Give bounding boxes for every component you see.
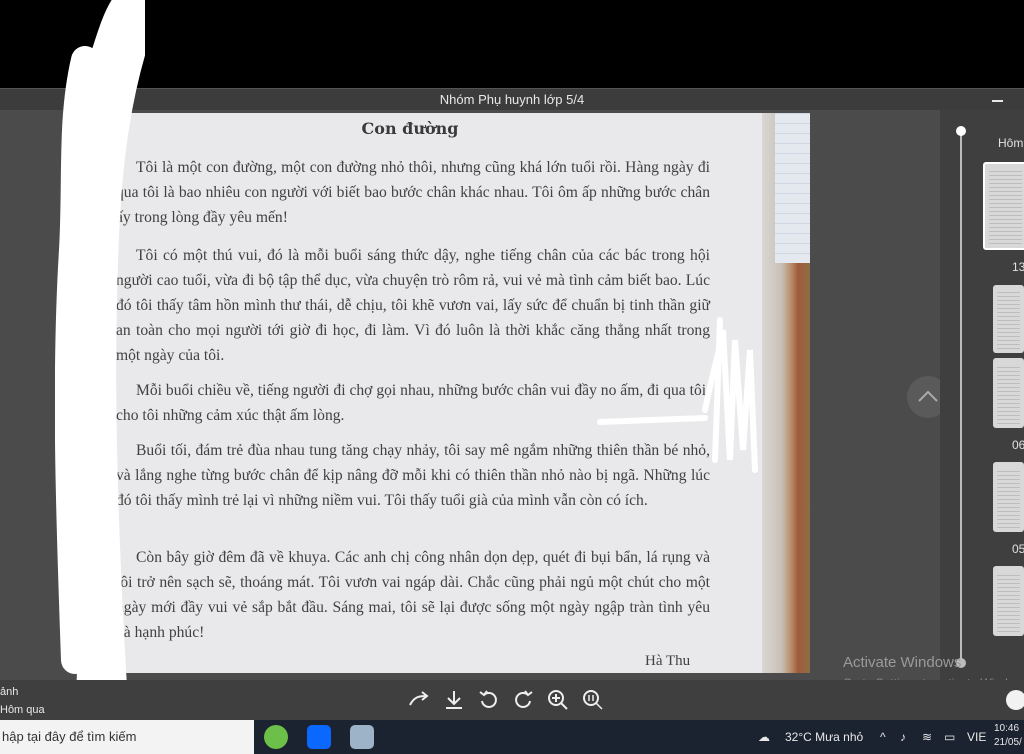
thumbnail-item[interactable] bbox=[993, 358, 1024, 428]
actual-size-button[interactable] bbox=[581, 688, 605, 712]
timeline-knob[interactable] bbox=[956, 126, 966, 136]
thumbnail-sidebar: Hôm 13 06 05 bbox=[940, 110, 1024, 720]
rotate-left-button[interactable] bbox=[477, 688, 501, 712]
info-date: Hôm qua bbox=[0, 704, 45, 716]
notebook-corner bbox=[775, 113, 810, 263]
thumbnail-label: 13 bbox=[1012, 260, 1024, 274]
black-top-area bbox=[0, 0, 1024, 88]
thumbnail-item[interactable] bbox=[983, 162, 1024, 250]
taskbar-search-input[interactable]: hập tại đây để tìm kiếm bbox=[0, 720, 254, 754]
zalo-icon[interactable] bbox=[307, 725, 331, 749]
zoom-in-icon bbox=[548, 690, 568, 710]
minimize-button[interactable] bbox=[992, 89, 1004, 111]
thumbnail-item[interactable] bbox=[993, 462, 1024, 532]
rotate-right-button[interactable] bbox=[511, 688, 535, 712]
document-author: Hà Thu bbox=[645, 653, 691, 669]
window-titlebar: Nhóm Phụ huynh lớp 5/4 bbox=[0, 88, 1024, 111]
info-label: ảnh bbox=[0, 686, 19, 698]
window-title: Nhóm Phụ huynh lớp 5/4 bbox=[439, 92, 585, 107]
thumbnail-item[interactable] bbox=[993, 566, 1024, 636]
viewer-toolbar: ảnh Hôm qua bbox=[0, 680, 1024, 720]
thumbnail-item[interactable] bbox=[993, 285, 1024, 353]
rotate-left-icon bbox=[479, 690, 497, 708]
weather-text[interactable]: 32°C Mưa nhỏ bbox=[785, 720, 863, 754]
thumbnail-label: 06 bbox=[1012, 438, 1024, 452]
white-scribble-mark bbox=[597, 317, 758, 473]
wifi-icon[interactable]: ≋ bbox=[922, 720, 932, 754]
actual-size-icon bbox=[583, 690, 603, 710]
share-button[interactable] bbox=[407, 688, 431, 712]
download-button[interactable] bbox=[442, 688, 466, 712]
timeline-scrollbar[interactable] bbox=[960, 130, 962, 665]
camera-app-icon[interactable] bbox=[350, 725, 374, 749]
download-icon bbox=[446, 691, 462, 709]
thumbnail-label: 05 bbox=[1012, 542, 1024, 556]
share-icon bbox=[409, 691, 429, 706]
battery-icon[interactable]: ▭ bbox=[944, 720, 955, 754]
windows-taskbar: hập tại đây để tìm kiếm ☁ 32°C Mưa nhỏ ^… bbox=[0, 720, 1024, 754]
clock-date: 21/05/ bbox=[994, 737, 1022, 748]
sidebar-date-label: Hôm bbox=[998, 136, 1024, 150]
chevron-up-icon bbox=[918, 390, 938, 402]
document-paragraph: Còn bây giờ đêm đã về khuya. Các anh chị… bbox=[116, 549, 710, 641]
weather-icon[interactable]: ☁ bbox=[758, 720, 770, 754]
like-button[interactable] bbox=[1006, 690, 1024, 710]
document-title: Con đường bbox=[361, 119, 459, 138]
zoom-in-button[interactable] bbox=[546, 688, 570, 712]
activate-windows-title: Activate Windows bbox=[843, 654, 962, 671]
white-scribble-redaction bbox=[55, 0, 145, 720]
document-paragraph: Tôi là một con đường, một con đường nhỏ … bbox=[116, 159, 710, 226]
clock-time: 10:46 bbox=[994, 723, 1020, 734]
rotate-right-icon bbox=[515, 690, 533, 708]
chevron-up-tray-icon[interactable]: ^ bbox=[880, 720, 886, 754]
language-indicator[interactable]: VIE bbox=[967, 720, 986, 754]
speaker-icon[interactable]: ♪ bbox=[900, 720, 906, 754]
app-icon-green[interactable] bbox=[264, 725, 288, 749]
search-highlight-icon bbox=[190, 725, 214, 749]
system-clock[interactable]: 10:46 21/05/ bbox=[994, 722, 1022, 750]
